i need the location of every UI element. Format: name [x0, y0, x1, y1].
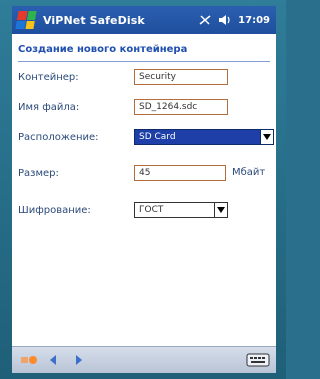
soft-key-left[interactable] — [20, 352, 38, 368]
size-input[interactable]: 45 — [134, 165, 226, 181]
container-label: Контейнер: — [18, 71, 79, 83]
encryption-label: Шифрование: — [18, 204, 91, 216]
screen: ViPNet SafeDisk 17:09 Создание нового ко… — [12, 6, 276, 373]
size-label: Размер: — [18, 167, 59, 179]
encryption-select[interactable]: ГОСТ — [134, 202, 228, 218]
back-icon[interactable] — [46, 352, 62, 368]
chevron-down-icon[interactable] — [214, 203, 227, 217]
filename-label: Имя файла: — [18, 101, 80, 113]
bottom-toolbar — [12, 346, 276, 373]
title-bar: ViPNet SafeDisk 17:09 — [12, 6, 276, 34]
app-title: ViPNet SafeDisk — [43, 13, 145, 27]
clock[interactable]: 17:09 — [238, 15, 270, 26]
location-value: SD Card — [139, 132, 176, 142]
location-label: Расположение: — [18, 131, 99, 143]
forward-icon[interactable] — [70, 352, 86, 368]
keyboard-icon[interactable] — [246, 352, 270, 368]
encryption-value: ГОСТ — [139, 205, 164, 215]
page-title: Создание нового контейнера — [18, 43, 188, 55]
size-unit: Мбайт — [232, 167, 266, 178]
windows-flag-icon[interactable] — [15, 11, 37, 29]
network-signal-icon[interactable] — [198, 14, 212, 26]
filename-input[interactable]: SD_1264.sdc — [134, 99, 228, 115]
device-frame: ViPNet SafeDisk 17:09 Создание нового ко… — [0, 0, 286, 379]
container-input[interactable]: Security — [134, 69, 228, 85]
status-area: 17:09 — [198, 14, 270, 26]
header-divider — [18, 61, 270, 62]
speaker-volume-icon[interactable] — [218, 14, 232, 26]
location-select[interactable]: SD Card — [134, 129, 274, 145]
chevron-down-icon[interactable] — [260, 130, 273, 144]
